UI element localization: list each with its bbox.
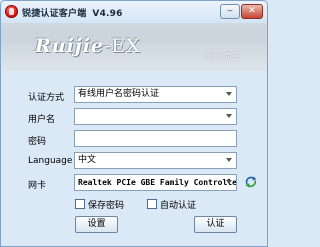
language-value: 中文 [78,155,97,165]
client-window: 锐捷认证客户端 V4.96 ‒ ✕ Ruijie-EX 创新 简单 认证方式 有线… [0,0,268,247]
auth-mode-value: 有线用户名密码认证 [78,89,160,99]
auth-mode-label: 认证方式 [28,93,65,103]
auto-auth-checkbox[interactable] [147,199,157,209]
chevron-down-icon [226,180,232,184]
nic-select[interactable]: Realtek PCIe GBE Family Controlle: [74,174,237,191]
brand-banner: Ruijie-EX 创新 简单 [1,23,267,71]
language-label: Language [28,156,73,166]
logo-text: Ruijie [35,35,105,57]
brand-slogan: 创新 简单 [205,52,240,61]
version-label: V4.96 [92,9,123,19]
save-password-label: 保存密码 [88,201,125,211]
logo-suffix: -EX [104,35,141,57]
language-select[interactable]: 中文 [74,152,237,169]
settings-button[interactable]: 设置 [75,216,118,233]
password-field[interactable] [74,130,237,147]
username-combo[interactable] [74,108,237,125]
refresh-nic-icon[interactable] [244,175,258,189]
title-bar[interactable]: 锐捷认证客户端 V4.96 ‒ ✕ [1,1,267,23]
authenticate-button[interactable]: 认证 [194,216,237,233]
minimize-button[interactable]: ‒ [220,4,240,19]
window-title: 锐捷认证客户端 V4.96 [22,6,123,19]
chevron-down-icon [226,114,232,118]
ruijie-logo: Ruijie-EX [35,35,141,57]
save-password-checkbox[interactable] [75,199,85,209]
nic-value: Realtek PCIe GBE Family Controlle: [78,178,237,187]
username-label: 用户名 [28,115,56,125]
window-title-text: 锐捷认证客户端 [22,9,87,19]
chevron-down-icon [226,92,232,96]
auto-auth-label: 自动认证 [160,201,197,211]
chevron-down-icon [226,158,232,162]
nic-label: 网卡 [28,181,47,191]
close-button[interactable]: ✕ [241,4,263,19]
auth-mode-select[interactable]: 有线用户名密码认证 [74,86,237,103]
password-label: 密码 [28,137,47,147]
ruijie-app-icon [5,5,18,18]
